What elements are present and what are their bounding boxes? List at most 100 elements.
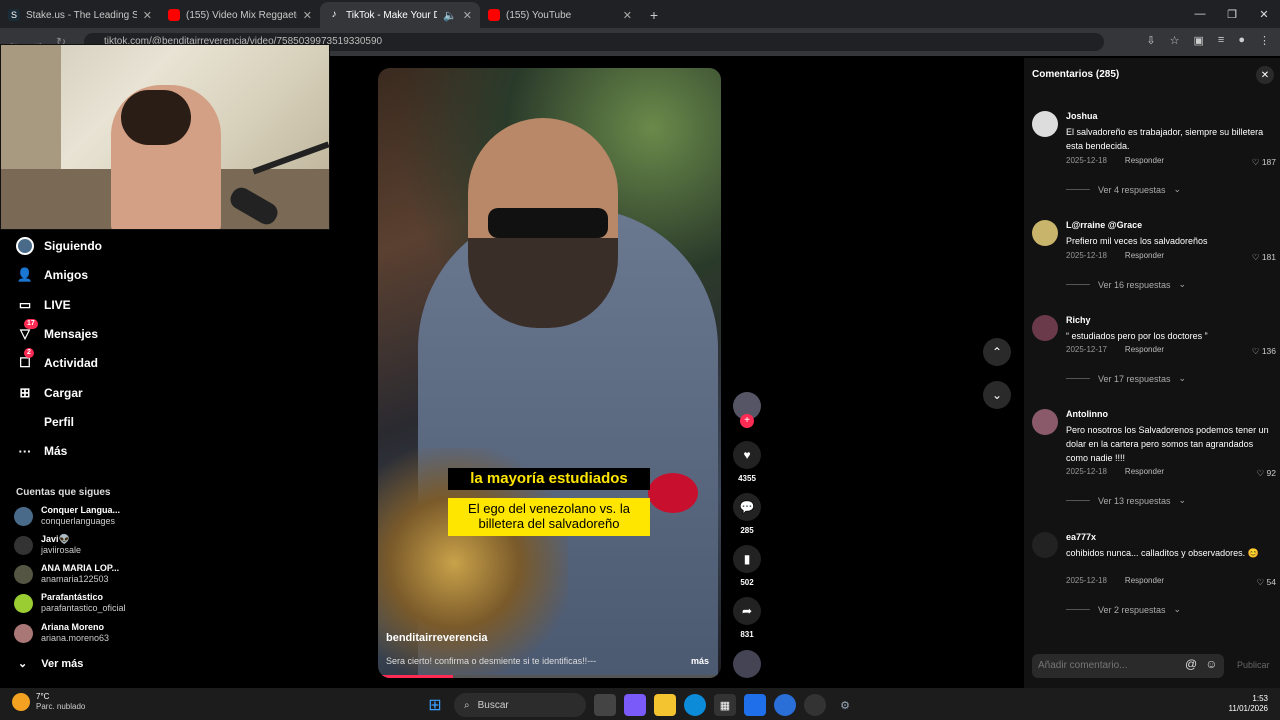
taskbar-search[interactable]: ⌕ Buscar bbox=[454, 693, 586, 717]
video-author[interactable]: benditairreverencia bbox=[386, 632, 488, 644]
following-icon bbox=[16, 237, 34, 255]
see-more-button[interactable]: ⌄ Ver más bbox=[18, 657, 83, 671]
comment-user[interactable]: Antolinno bbox=[1066, 409, 1108, 419]
avatar[interactable] bbox=[1032, 315, 1058, 341]
follow-plus-icon[interactable]: + bbox=[740, 414, 754, 428]
emoji-icon[interactable]: ☺ bbox=[1205, 657, 1217, 671]
chevron-down-icon: ⌄ bbox=[991, 388, 1003, 402]
user-name: Conquer Langua... bbox=[41, 505, 121, 515]
nav-actividad[interactable]: ☐ 2 Actividad bbox=[16, 348, 98, 374]
avatar[interactable] bbox=[1032, 532, 1058, 558]
nav-mas[interactable]: ··· Más bbox=[16, 440, 68, 462]
reply-button[interactable]: Responder bbox=[1125, 345, 1164, 354]
following-user[interactable]: Parafantástico parafantastico_oficial bbox=[14, 590, 126, 616]
app-icon[interactable] bbox=[744, 694, 766, 716]
tab-stake[interactable]: S Stake.us - The Leading Social C ✕ bbox=[0, 2, 160, 28]
previous-video-button[interactable]: ⌃ bbox=[983, 338, 1011, 366]
next-video-button[interactable]: ⌄ bbox=[983, 381, 1011, 409]
following-user[interactable]: Conquer Langua... conquerlanguages bbox=[14, 503, 120, 529]
view-replies-button[interactable]: Ver 2 respuestas ⌄ bbox=[1066, 604, 1181, 615]
minimize-icon[interactable]: — bbox=[1184, 0, 1216, 28]
media-icon[interactable]: ≡ bbox=[1218, 34, 1224, 47]
clock[interactable]: 1:53 11/01/2026 bbox=[1229, 694, 1268, 714]
close-icon[interactable]: ✕ bbox=[623, 9, 632, 22]
sidepanel-icon[interactable]: ▣ bbox=[1194, 34, 1204, 47]
weather-widget[interactable]: 7°C Parc. nublado bbox=[12, 692, 85, 712]
tab-tiktok[interactable]: ♪ TikTok - Make Your Day 🔈 ✕ bbox=[320, 2, 480, 28]
comment-user[interactable]: Richy bbox=[1066, 315, 1091, 325]
comment-user[interactable]: ea777x bbox=[1066, 532, 1096, 542]
video-progress-bar[interactable] bbox=[378, 675, 721, 678]
publish-button[interactable]: Publicar bbox=[1237, 660, 1270, 670]
file-explorer-icon[interactable] bbox=[654, 694, 676, 716]
bookmark-star-icon[interactable]: ☆ bbox=[1170, 34, 1180, 47]
store-icon[interactable]: ▦ bbox=[714, 694, 736, 716]
edge-icon[interactable] bbox=[684, 694, 706, 716]
nav-perfil[interactable]: Perfil bbox=[16, 411, 74, 433]
video-more-button[interactable]: más bbox=[691, 656, 709, 666]
view-replies-button[interactable]: Ver 16 respuestas ⌄ bbox=[1066, 279, 1186, 290]
user-handle: parafantastico_oficial bbox=[41, 603, 126, 613]
following-user[interactable]: Ariana Moreno ariana.moreno63 bbox=[14, 620, 109, 646]
reply-button[interactable]: Responder bbox=[1125, 156, 1164, 165]
windows-start-icon[interactable]: ⊞ bbox=[424, 694, 446, 716]
close-window-icon[interactable]: ✕ bbox=[1248, 0, 1280, 28]
settings-gear-icon[interactable]: ⚙ bbox=[834, 694, 856, 716]
comment-likes[interactable]: ♡ 136 bbox=[1252, 346, 1276, 357]
comment-likes[interactable]: ♡ 187 bbox=[1252, 157, 1276, 168]
video-player[interactable]: la mayoría estudiados El ego del venezol… bbox=[378, 68, 721, 678]
reply-button[interactable]: Responder bbox=[1125, 251, 1164, 260]
avatar bbox=[14, 593, 33, 613]
chrome-icon[interactable] bbox=[774, 694, 796, 716]
mention-icon[interactable]: @ bbox=[1185, 657, 1197, 671]
share-button[interactable]: ➦ 831 bbox=[731, 597, 763, 639]
comment-user[interactable]: L@rraine @Grace bbox=[1066, 220, 1142, 230]
view-replies-button[interactable]: Ver 13 respuestas ⌄ bbox=[1066, 495, 1186, 506]
nav-siguiendo[interactable]: Siguiendo bbox=[16, 235, 102, 257]
install-icon[interactable]: ⇩ bbox=[1146, 34, 1155, 47]
obs-icon[interactable] bbox=[804, 694, 826, 716]
following-user[interactable]: ANA MARIA LOP... anamaria122503 bbox=[14, 561, 119, 587]
new-tab-button[interactable]: + bbox=[640, 2, 668, 28]
comment-likes[interactable]: ♡ 181 bbox=[1252, 252, 1276, 263]
nav-live[interactable]: ▭ LIVE bbox=[16, 294, 71, 316]
reply-button[interactable]: Responder bbox=[1125, 576, 1164, 585]
nav-mensajes[interactable]: ▽ 17 Mensajes bbox=[16, 319, 98, 345]
tab-reggaeton[interactable]: (155) Video Mix Reggaeton Vie ✕ bbox=[160, 2, 320, 28]
nav-label: Amigos bbox=[44, 268, 89, 282]
maximize-icon[interactable]: ❐ bbox=[1216, 0, 1248, 28]
comment-likes[interactable]: ♡ 54 bbox=[1257, 577, 1276, 588]
view-replies-button[interactable]: Ver 4 respuestas ⌄ bbox=[1066, 184, 1181, 195]
avatar[interactable] bbox=[1032, 409, 1058, 435]
comment-text: Prefiero mil veces los salvadoreños bbox=[1066, 236, 1208, 246]
nav-cargar[interactable]: ⊞ Cargar bbox=[16, 382, 83, 404]
view-replies-button[interactable]: Ver 17 respuestas ⌄ bbox=[1066, 373, 1186, 384]
activity-badge: 2 bbox=[24, 348, 34, 358]
user-handle: ariana.moreno63 bbox=[41, 633, 110, 643]
taskbar-apps: ⊞ ⌕ Buscar ▦ ⚙ bbox=[424, 693, 856, 717]
avatar[interactable] bbox=[1032, 111, 1058, 137]
close-icon[interactable]: ✕ bbox=[143, 9, 152, 22]
nav-amigos[interactable]: 👤 Amigos bbox=[16, 264, 88, 286]
profile-avatar-icon[interactable]: ● bbox=[1238, 34, 1245, 47]
creator-avatar-button[interactable]: + bbox=[731, 392, 763, 428]
sound-avatar-button[interactable] bbox=[731, 650, 763, 678]
comment-likes[interactable]: ♡ 92 bbox=[1257, 468, 1276, 479]
tab-youtube[interactable]: (155) YouTube ✕ bbox=[480, 2, 640, 28]
comment-button[interactable]: 💬 285 bbox=[731, 493, 763, 535]
speaker-icon[interactable]: 🔈 bbox=[443, 9, 457, 22]
copilot-icon[interactable] bbox=[624, 694, 646, 716]
taskview-icon[interactable] bbox=[594, 694, 616, 716]
reply-button[interactable]: Responder bbox=[1125, 467, 1164, 476]
menu-icon[interactable]: ⋮ bbox=[1259, 34, 1270, 47]
messages-badge: 17 bbox=[24, 319, 38, 329]
close-comments-button[interactable]: ✕ bbox=[1256, 66, 1274, 84]
like-button[interactable]: ♥ 4355 bbox=[731, 441, 763, 483]
close-icon[interactable]: ✕ bbox=[463, 9, 472, 22]
comment-user[interactable]: Joshua bbox=[1066, 111, 1098, 121]
avatar[interactable] bbox=[1032, 220, 1058, 246]
close-icon[interactable]: ✕ bbox=[303, 9, 312, 22]
following-user[interactable]: Javi👽 javiirosale bbox=[14, 532, 81, 558]
nav-label: LIVE bbox=[44, 298, 71, 312]
save-button[interactable]: ▮ 502 bbox=[731, 545, 763, 587]
